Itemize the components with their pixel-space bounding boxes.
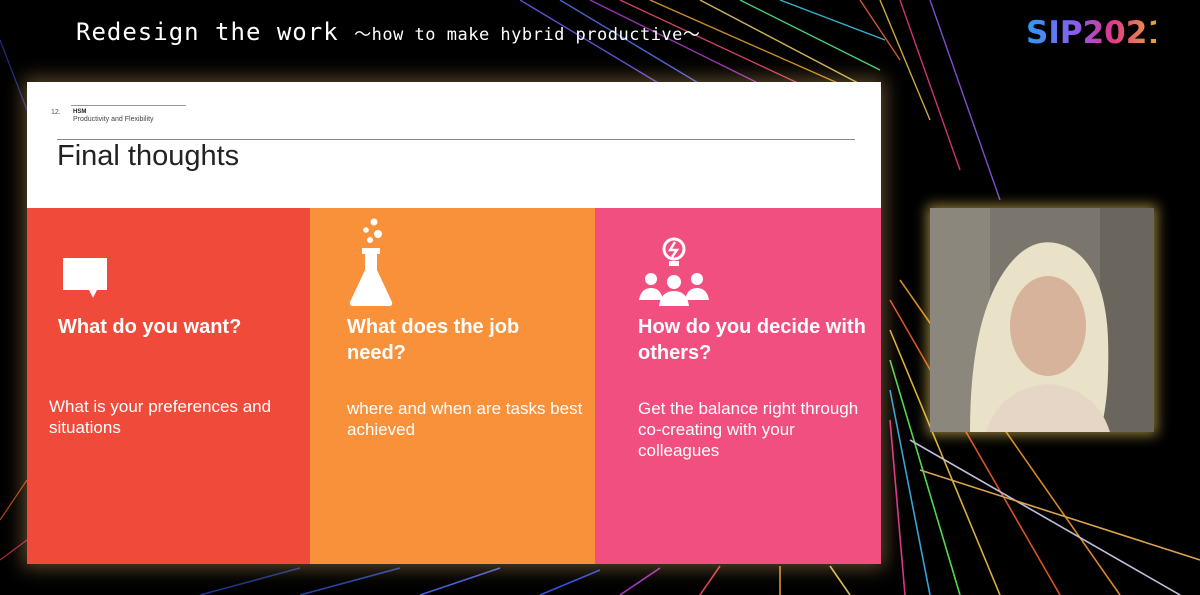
team-idea-icon bbox=[637, 236, 711, 313]
presentation-title: Redesign the work ～how to make hybrid pr… bbox=[76, 18, 700, 46]
speech-bubble-icon bbox=[61, 256, 111, 307]
column-heading: What does the job need? bbox=[347, 316, 520, 364]
column-wants: What do you want? What is your preferenc… bbox=[27, 208, 310, 564]
column-body: Get the balance right through co-creatin… bbox=[638, 399, 859, 460]
column-job-needs: What does the job need? where and when a… bbox=[310, 208, 595, 564]
slide-section: Productivity and Flexibility bbox=[73, 116, 154, 123]
column-heading: How do you decide with others? bbox=[638, 316, 866, 364]
sip2021-logo: SIP2021 bbox=[1026, 15, 1156, 48]
column-decide-with-others: How do you decide with others? Get the b… bbox=[595, 208, 881, 564]
title-subtitle: ～how to make hybrid productive～ bbox=[354, 25, 701, 45]
logo-text: SIP2021 bbox=[1026, 15, 1156, 48]
slide-brand: HSM bbox=[73, 109, 87, 115]
title-main: Redesign the work bbox=[76, 18, 339, 46]
slide-header: 12. HSM Productivity and Flexibility Fin… bbox=[27, 82, 881, 208]
header-divider bbox=[71, 105, 186, 106]
presenter-silhouette bbox=[930, 208, 1154, 432]
column-heading: What do you want? bbox=[58, 316, 242, 338]
slide-title: Final thoughts bbox=[57, 140, 240, 172]
presentation-slide: 12. HSM Productivity and Flexibility Fin… bbox=[27, 82, 881, 564]
flask-icon bbox=[348, 218, 394, 313]
slide-number: 12. bbox=[51, 109, 61, 116]
slide-columns: What do you want? What is your preferenc… bbox=[27, 208, 881, 564]
column-body: where and when are tasks best achieved bbox=[347, 399, 583, 439]
column-body: What is your preferences and situations bbox=[49, 397, 272, 437]
presenter-video bbox=[930, 208, 1154, 432]
